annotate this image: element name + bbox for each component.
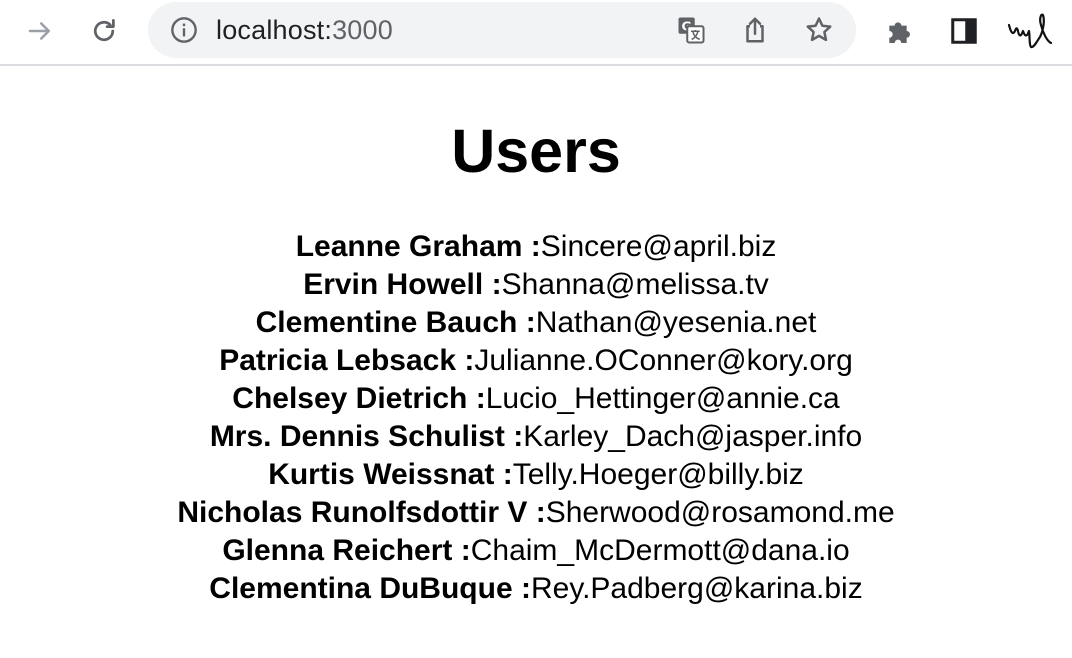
profile-avatar-icon xyxy=(1007,13,1053,49)
user-email: Karley_Dach@jasper.info xyxy=(523,420,863,453)
user-name: Chelsey Dietrich xyxy=(232,382,468,415)
translate-icon: G xyxy=(678,17,705,44)
user-email: Chaim_McDermott@dana.io xyxy=(470,534,850,567)
name-email-separator: : xyxy=(452,534,471,567)
extensions-button[interactable] xyxy=(880,11,920,51)
user-list-item: Chelsey Dietrich :Lucio_Hettinger@annie.… xyxy=(0,380,1072,418)
user-name: Glenna Reichert xyxy=(222,534,453,567)
user-email: Lucio_Hettinger@annie.ca xyxy=(485,382,840,415)
page-title: Users xyxy=(451,117,621,185)
user-list: Leanne Graham :Sincere@april.biz Ervin Ho… xyxy=(0,228,1072,608)
user-list-item: Nicholas Runolfsdottir V :Sherwood@rosam… xyxy=(0,494,1072,532)
translate-button[interactable]: G xyxy=(674,13,708,47)
reload-button[interactable] xyxy=(82,9,126,53)
side-panel-icon xyxy=(951,18,977,44)
user-list-item: Patricia Lebsack :Julianne.OConner@kory.… xyxy=(0,342,1072,380)
user-name: Clementine Bauch xyxy=(255,306,518,339)
user-name: Nicholas Runolfsdottir V xyxy=(177,496,528,529)
user-list-item: Leanne Graham :Sincere@april.biz xyxy=(0,228,1072,266)
share-button[interactable] xyxy=(738,13,772,47)
user-name: Clementina DuBuque xyxy=(209,572,513,605)
user-email: Nathan@yesenia.net xyxy=(535,306,817,339)
bookmark-button[interactable] xyxy=(802,13,836,47)
user-email: Sincere@april.biz xyxy=(540,230,777,263)
name-email-separator: : xyxy=(483,268,502,301)
name-email-separator: : xyxy=(512,572,531,605)
user-list-item: Kurtis Weissnat :Telly.Hoeger@billy.biz xyxy=(0,456,1072,494)
user-email: Telly.Hoeger@billy.biz xyxy=(512,458,804,491)
browser-toolbar: localhost:3000 G xyxy=(0,0,1072,66)
info-icon[interactable] xyxy=(170,16,198,44)
user-list-item: Glenna Reichert :Chaim_McDermott@dana.io xyxy=(0,532,1072,570)
name-email-separator: : xyxy=(522,230,541,263)
address-bar[interactable]: localhost:3000 G xyxy=(148,2,856,58)
name-email-separator: : xyxy=(494,458,513,491)
user-list-item: Mrs. Dennis Schulist :Karley_Dach@jasper… xyxy=(0,418,1072,456)
user-email: Julianne.OConner@kory.org xyxy=(474,344,853,377)
name-email-separator: : xyxy=(527,496,546,529)
user-name: Ervin Howell xyxy=(303,268,484,301)
user-name: Leanne Graham xyxy=(295,230,523,263)
user-name: Mrs. Dennis Schulist xyxy=(209,420,505,453)
profile-button[interactable] xyxy=(1006,11,1054,51)
user-email: Sherwood@rosamond.me xyxy=(545,496,895,529)
star-icon xyxy=(806,17,832,42)
name-email-separator: : xyxy=(467,382,486,415)
forward-button[interactable] xyxy=(18,9,62,53)
url-text[interactable]: localhost:3000 xyxy=(216,14,393,46)
url-port: 3000 xyxy=(332,15,393,45)
name-email-separator: : xyxy=(456,344,475,377)
user-email: Shanna@melissa.tv xyxy=(501,268,769,301)
name-email-separator: : xyxy=(504,420,524,453)
forward-arrow-icon xyxy=(28,22,50,40)
page-content: Users Leanne Graham :Sincere@april.biz Er… xyxy=(0,68,1072,658)
puzzle-icon xyxy=(889,22,910,43)
user-name: Patricia Lebsack xyxy=(219,344,457,377)
url-host: localhost: xyxy=(216,15,333,45)
user-list-item: Clementine Bauch :Nathan@yesenia.net xyxy=(0,304,1072,342)
user-list-item: Clementina DuBuque :Rey.Padberg@karina.b… xyxy=(0,570,1072,608)
user-email: Rey.Padberg@karina.biz xyxy=(530,572,863,605)
user-name: Kurtis Weissnat xyxy=(268,458,495,491)
user-list-item: Ervin Howell :Shanna@melissa.tv xyxy=(0,266,1072,304)
side-panel-button[interactable] xyxy=(944,11,984,51)
reload-icon xyxy=(93,19,115,42)
name-email-separator: : xyxy=(517,306,536,339)
share-icon xyxy=(746,17,764,43)
